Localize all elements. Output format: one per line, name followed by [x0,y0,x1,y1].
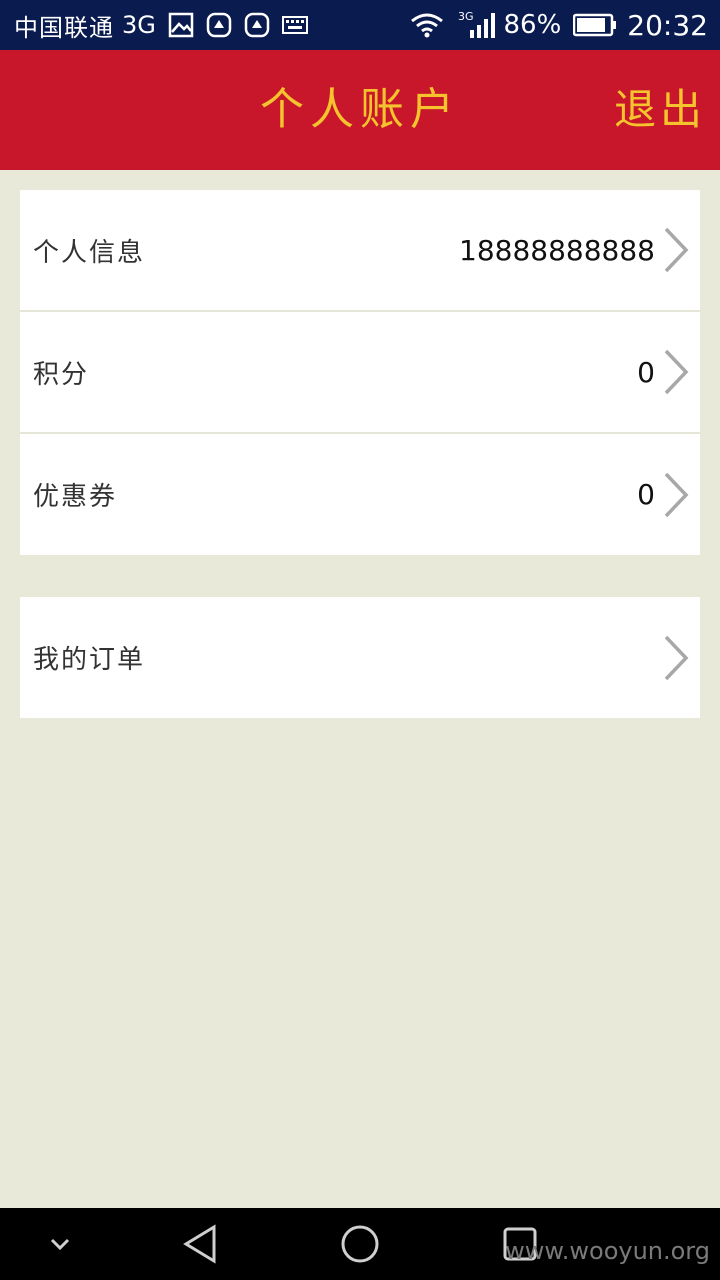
coupons-label: 优惠券 [33,482,118,512]
personal-info-label: 个人信息 [33,237,146,268]
my-orders-row[interactable]: 我的订单 [20,597,700,718]
phone-number-value: 18888888888 [459,233,655,267]
carrier-name: 中国联通 [14,13,114,42]
page-title: 个人账户 [260,84,460,135]
watermark: www.wooyun.org [505,1237,710,1265]
app-header: 个人账户 退出 [0,50,720,170]
account-card: 个人信息 18888888888 积分 0 优惠券 0 [20,190,700,555]
home-icon[interactable] [338,1208,382,1280]
clock: 20:32 [627,8,708,42]
coupons-value: 0 [637,478,655,511]
battery-icon [573,13,617,37]
back-icon[interactable] [178,1208,222,1280]
chevron-down-icon[interactable] [40,1208,80,1280]
huawei-icon [206,12,232,38]
status-right: 3G 86% 20:32 [398,8,708,42]
network-type: 3G [122,11,156,39]
coupons-row[interactable]: 优惠券 0 [20,434,700,555]
keyboard-icon [281,15,308,35]
chevron-right-icon [662,348,690,396]
huawei-icon [244,12,270,38]
personal-info-row[interactable]: 个人信息 18888888888 [20,190,700,312]
status-bar: 中国联通 3G 3G 86% 20:32 [0,0,720,50]
points-row[interactable]: 积分 0 [20,312,700,434]
points-label: 积分 [33,359,90,390]
signal-icon: 3G [456,10,496,40]
logout-button[interactable]: 退出 [614,50,706,170]
navigation-bar: www.wooyun.org [0,1208,720,1280]
battery-percent: 86% [503,10,562,40]
image-icon [168,12,194,38]
signal-network-label: 3G [458,10,474,23]
chevron-right-icon [662,471,690,519]
chevron-right-icon [662,634,690,682]
wifi-icon [410,12,444,38]
orders-card: 我的订单 [20,597,700,718]
points-value: 0 [637,355,655,389]
chevron-right-icon [662,226,690,274]
status-left: 中国联通 3G [14,8,308,43]
my-orders-label: 我的订单 [33,645,146,675]
